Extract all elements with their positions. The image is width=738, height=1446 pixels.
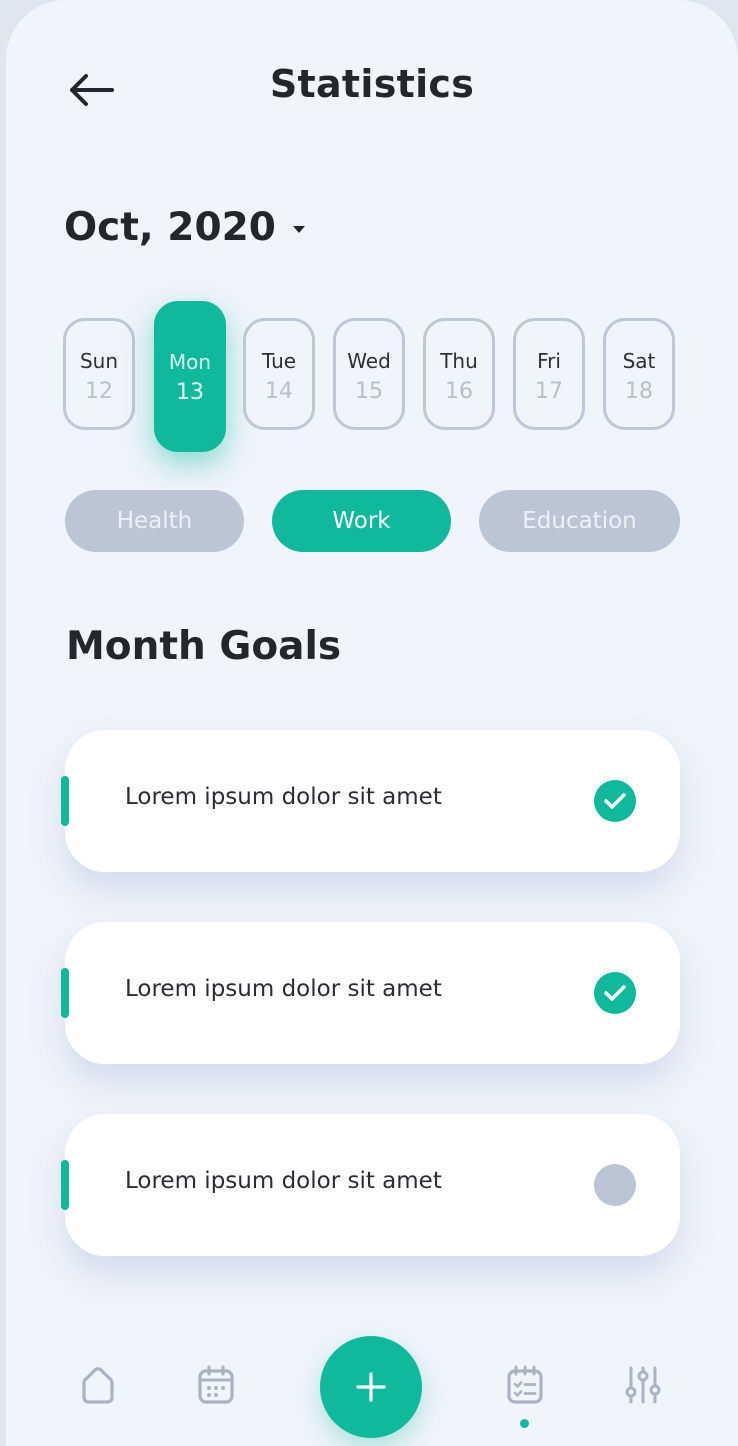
goal-accent-bar (61, 776, 69, 826)
check-icon (604, 985, 626, 1001)
day-number: 12 (85, 379, 113, 404)
day-wed[interactable]: Wed 15 (333, 318, 405, 430)
month-label: Oct, 2020 (64, 205, 276, 250)
day-number: 18 (625, 379, 653, 404)
sliders-icon[interactable] (623, 1364, 663, 1406)
goal-accent-bar (61, 968, 69, 1018)
day-number: 16 (445, 379, 473, 404)
tasks-icon[interactable] (505, 1364, 545, 1406)
category-education[interactable]: Education (479, 490, 680, 552)
plus-icon (356, 1372, 386, 1402)
day-name: Wed (347, 349, 391, 373)
page-title: Statistics (269, 62, 475, 106)
goal-text: Lorem ipsum dolor sit amet (125, 976, 442, 1002)
goal-text: Lorem ipsum dolor sit amet (125, 1168, 442, 1194)
calendar-icon[interactable] (196, 1364, 236, 1406)
day-tue[interactable]: Tue 14 (243, 318, 315, 430)
day-number: 13 (176, 380, 204, 405)
day-number: 14 (265, 379, 293, 404)
goal-checkbox-checked[interactable] (594, 972, 636, 1014)
day-mon[interactable]: Mon 13 (154, 301, 226, 452)
day-fri[interactable]: Fri 17 (513, 318, 585, 430)
month-selector[interactable]: Oct, 2020 (64, 205, 306, 250)
day-name: Fri (537, 349, 561, 373)
add-button[interactable] (320, 1336, 422, 1438)
day-name: Tue (261, 349, 297, 373)
home-icon[interactable] (78, 1364, 118, 1406)
day-thu[interactable]: Thu 16 (423, 318, 495, 430)
day-name: Mon (168, 350, 212, 374)
goal-card[interactable]: Lorem ipsum dolor sit amet (61, 922, 680, 1064)
active-indicator-dot (520, 1419, 529, 1428)
goal-checkbox-checked[interactable] (594, 780, 636, 822)
goal-checkbox-unchecked[interactable] (594, 1164, 636, 1206)
goal-text: Lorem ipsum dolor sit amet (125, 784, 442, 810)
category-work[interactable]: Work (272, 490, 451, 552)
day-sun[interactable]: Sun 12 (63, 318, 135, 430)
day-number: 15 (355, 379, 383, 404)
goal-accent-bar (61, 1160, 69, 1210)
app-screen: Statistics Oct, 2020 Sun 12 Mon 13 Tue 1… (6, 0, 738, 1446)
goal-card[interactable]: Lorem ipsum dolor sit amet (61, 1114, 680, 1256)
day-name: Thu (440, 349, 478, 373)
category-health[interactable]: Health (65, 490, 244, 552)
caret-down-icon (292, 225, 305, 233)
day-name: Sat (622, 349, 656, 373)
goal-card[interactable]: Lorem ipsum dolor sit amet (61, 730, 680, 872)
day-number: 17 (535, 379, 563, 404)
check-icon (604, 793, 626, 809)
section-title: Month Goals (66, 624, 342, 669)
day-sat[interactable]: Sat 18 (603, 318, 675, 430)
day-name: Sun (79, 349, 119, 373)
